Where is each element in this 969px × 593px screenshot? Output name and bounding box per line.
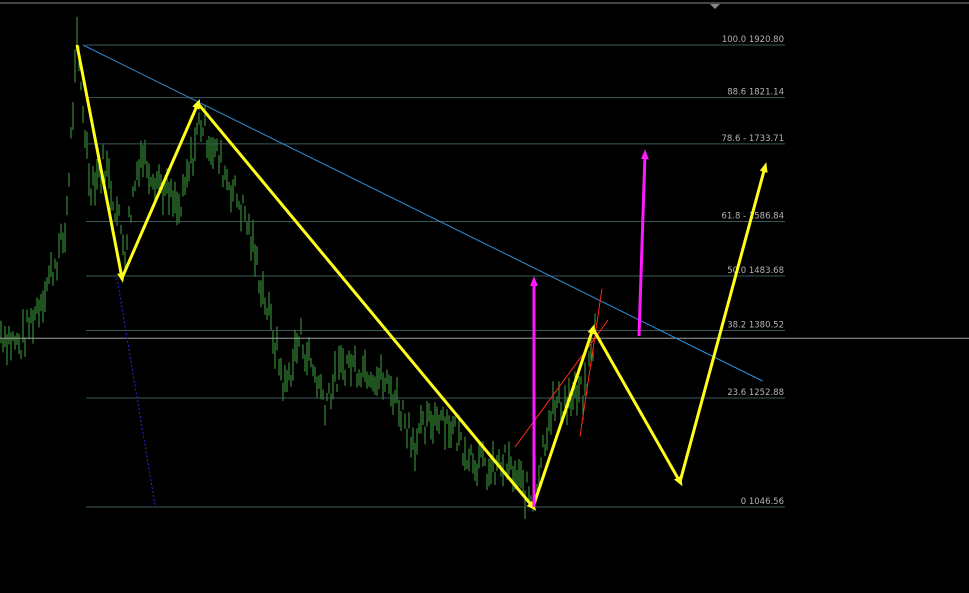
- chart-area: 100.0 1920.80 88.6 1821.14 78.6 - 1733.71 6…: [0, 0, 969, 593]
- target-arrow: [637, 149, 649, 337]
- wave-leg-arrow: [196, 102, 537, 511]
- wave-leg-arrow: [75, 44, 125, 283]
- fib-level-label: 0 1046.56: [741, 497, 784, 507]
- fib-level-label: 88.6 1821.14: [727, 88, 784, 98]
- candles-layer: [0, 16, 596, 519]
- fibonacci-layer: 100.0 1920.8088.6 1821.1478.6 - 1733.716…: [0, 2, 969, 508]
- fib-level-label: 100.0 1920.80: [722, 35, 784, 45]
- red-channel-line: [579, 288, 603, 437]
- fib-level-label: 38.2 1380.52: [727, 321, 784, 331]
- scroll-marker-icon: [710, 4, 720, 9]
- price-chart: 100.0 1920.8088.6 1821.1478.6 - 1733.716…: [0, 2, 969, 519]
- wave-leg-arrow: [531, 323, 596, 508]
- wave-leg-arrow: [591, 327, 683, 487]
- fib-level-label: 78.6 - 1733.71: [721, 134, 784, 144]
- fib-level-label: 23.6 1252.88: [727, 388, 784, 398]
- dotted-projection-line: [116, 277, 156, 506]
